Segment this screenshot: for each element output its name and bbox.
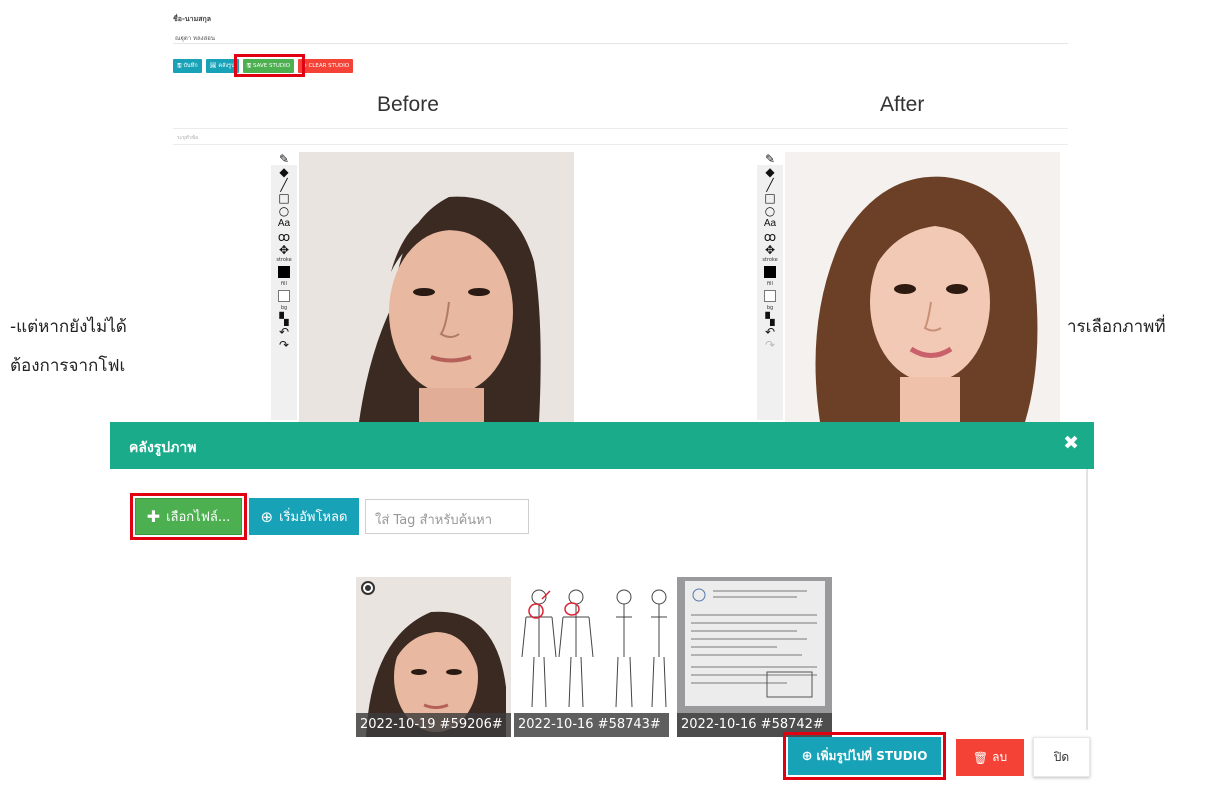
move-icon[interactable]: ✥ xyxy=(271,243,297,256)
eraser-icon[interactable]: ◆ xyxy=(757,165,783,178)
start-upload-button[interactable]: ⊕ เริ่มอัพโหลด xyxy=(249,498,359,535)
undo-icon[interactable]: ↶ xyxy=(271,325,297,338)
before-photo[interactable] xyxy=(299,152,574,422)
image-gallery-modal: คลังรูปภาพ ✖ ✚ เลือกไฟล์... ⊕ เริ่มอัพโห… xyxy=(110,422,1094,787)
line-icon[interactable]: ╱ xyxy=(757,178,783,191)
start-upload-label: เริ่มอัพโหลด xyxy=(279,510,348,525)
clear-studio-button[interactable]: ⊘ CLEAR STUDIO xyxy=(298,59,354,73)
upload-icon: ⊕ xyxy=(801,748,813,764)
eraser-icon[interactable]: ◆ xyxy=(271,165,297,178)
redo-icon[interactable]: ↷ xyxy=(757,338,783,351)
pencil-icon[interactable]: ✎ xyxy=(757,152,783,165)
name-field[interactable]: ณฐุดา หลงสอน xyxy=(173,30,1068,44)
gallery-image-1[interactable]: 2022-10-19 #59206# xyxy=(356,577,511,737)
selected-radio-icon[interactable] xyxy=(361,581,375,595)
add-to-studio-label: เพิ่มรูปไปที่ STUDIO xyxy=(816,748,928,763)
save-button[interactable]: 🖫 บันทึก xyxy=(173,59,202,73)
upload-icon: ⊕ xyxy=(260,507,274,526)
save-studio-highlight xyxy=(234,54,305,77)
fill-label: fill xyxy=(281,280,287,287)
move-icon[interactable]: ✥ xyxy=(757,243,783,256)
modal-header: คลังรูปภาพ xyxy=(110,422,1094,469)
plus-icon: ✚ xyxy=(146,507,161,526)
modal-title: คลังรูปภาพ xyxy=(129,440,197,456)
stroke-color-swatch[interactable] xyxy=(757,264,783,280)
before-title: Before xyxy=(377,93,439,116)
pencil-icon[interactable]: ✎ xyxy=(271,152,297,165)
caption-input[interactable]: ระบุหัวข้อ xyxy=(173,128,1068,145)
delete-button[interactable]: 🗑 ลบ xyxy=(956,739,1024,776)
text-tool-icon[interactable]: Aa xyxy=(757,217,783,230)
add-to-studio-button[interactable]: ⊕ เพิ่มรูปไปที่ STUDIO xyxy=(788,737,941,775)
rectangle-icon[interactable]: □ xyxy=(271,191,297,204)
gallery-image-2[interactable]: 2022-10-16 #58743# xyxy=(514,577,669,737)
delete-label: ลบ xyxy=(992,750,1008,764)
trash-icon: 🗑 xyxy=(972,750,989,765)
image-caption: 2022-10-19 #59206# xyxy=(356,713,511,737)
ellipse-icon[interactable]: ○ xyxy=(271,204,297,217)
stroke-label: stroke xyxy=(762,256,778,263)
background-pattern-icon[interactable]: ▚ xyxy=(757,312,783,325)
text-tool-icon[interactable]: Aa xyxy=(271,217,297,230)
doc-text-left-1: -แต่หากยังไม่ได้ xyxy=(10,317,127,337)
lasso-icon[interactable]: ꝏ xyxy=(271,230,297,243)
fill-label: fill xyxy=(767,280,773,287)
modal-scrollbar[interactable] xyxy=(1086,469,1088,730)
after-title: After xyxy=(880,93,925,116)
image-caption: 2022-10-16 #58743# xyxy=(514,713,669,737)
name-label: ชื่อ-นามสกุล xyxy=(173,15,211,23)
redo-icon[interactable]: ↷ xyxy=(271,338,297,351)
close-icon[interactable]: ✖ xyxy=(1063,434,1079,453)
after-tool-palette: ✎ ◆ ╱ □ ○ Aa ꝏ ✥ stroke fill bg ▚ ↶ ↷ xyxy=(757,152,783,420)
bg-label: bg xyxy=(280,304,288,311)
rectangle-icon[interactable]: □ xyxy=(757,191,783,204)
choose-file-label: เลือกไฟล์... xyxy=(166,510,231,525)
doc-text-left-2: ต้องการจากโฟเ xyxy=(10,356,126,376)
tag-search-input[interactable]: ใส่ Tag สำหรับค้นหา xyxy=(365,499,529,534)
undo-icon[interactable]: ↶ xyxy=(757,325,783,338)
fill-color-swatch[interactable] xyxy=(271,288,297,304)
bg-label: bg xyxy=(766,304,774,311)
ellipse-icon[interactable]: ○ xyxy=(757,204,783,217)
stroke-label: stroke xyxy=(276,256,292,263)
close-button[interactable]: ปิด xyxy=(1033,737,1090,777)
fill-color-swatch[interactable] xyxy=(757,288,783,304)
stroke-color-swatch[interactable] xyxy=(271,264,297,280)
choose-file-button[interactable]: ✚ เลือกไฟล์... xyxy=(135,498,242,535)
before-tool-palette: ✎ ◆ ╱ □ ○ Aa ꝏ ✥ stroke fill bg ▚ ↶ ↷ xyxy=(271,152,297,420)
gallery-image-3[interactable]: 2022-10-16 #58742# xyxy=(677,577,832,737)
background-pattern-icon[interactable]: ▚ xyxy=(271,312,297,325)
doc-text-right-1: ารเลือกภาพที่ xyxy=(1067,317,1166,337)
after-photo[interactable] xyxy=(785,152,1060,422)
lasso-icon[interactable]: ꝏ xyxy=(757,230,783,243)
line-icon[interactable]: ╱ xyxy=(271,178,297,191)
